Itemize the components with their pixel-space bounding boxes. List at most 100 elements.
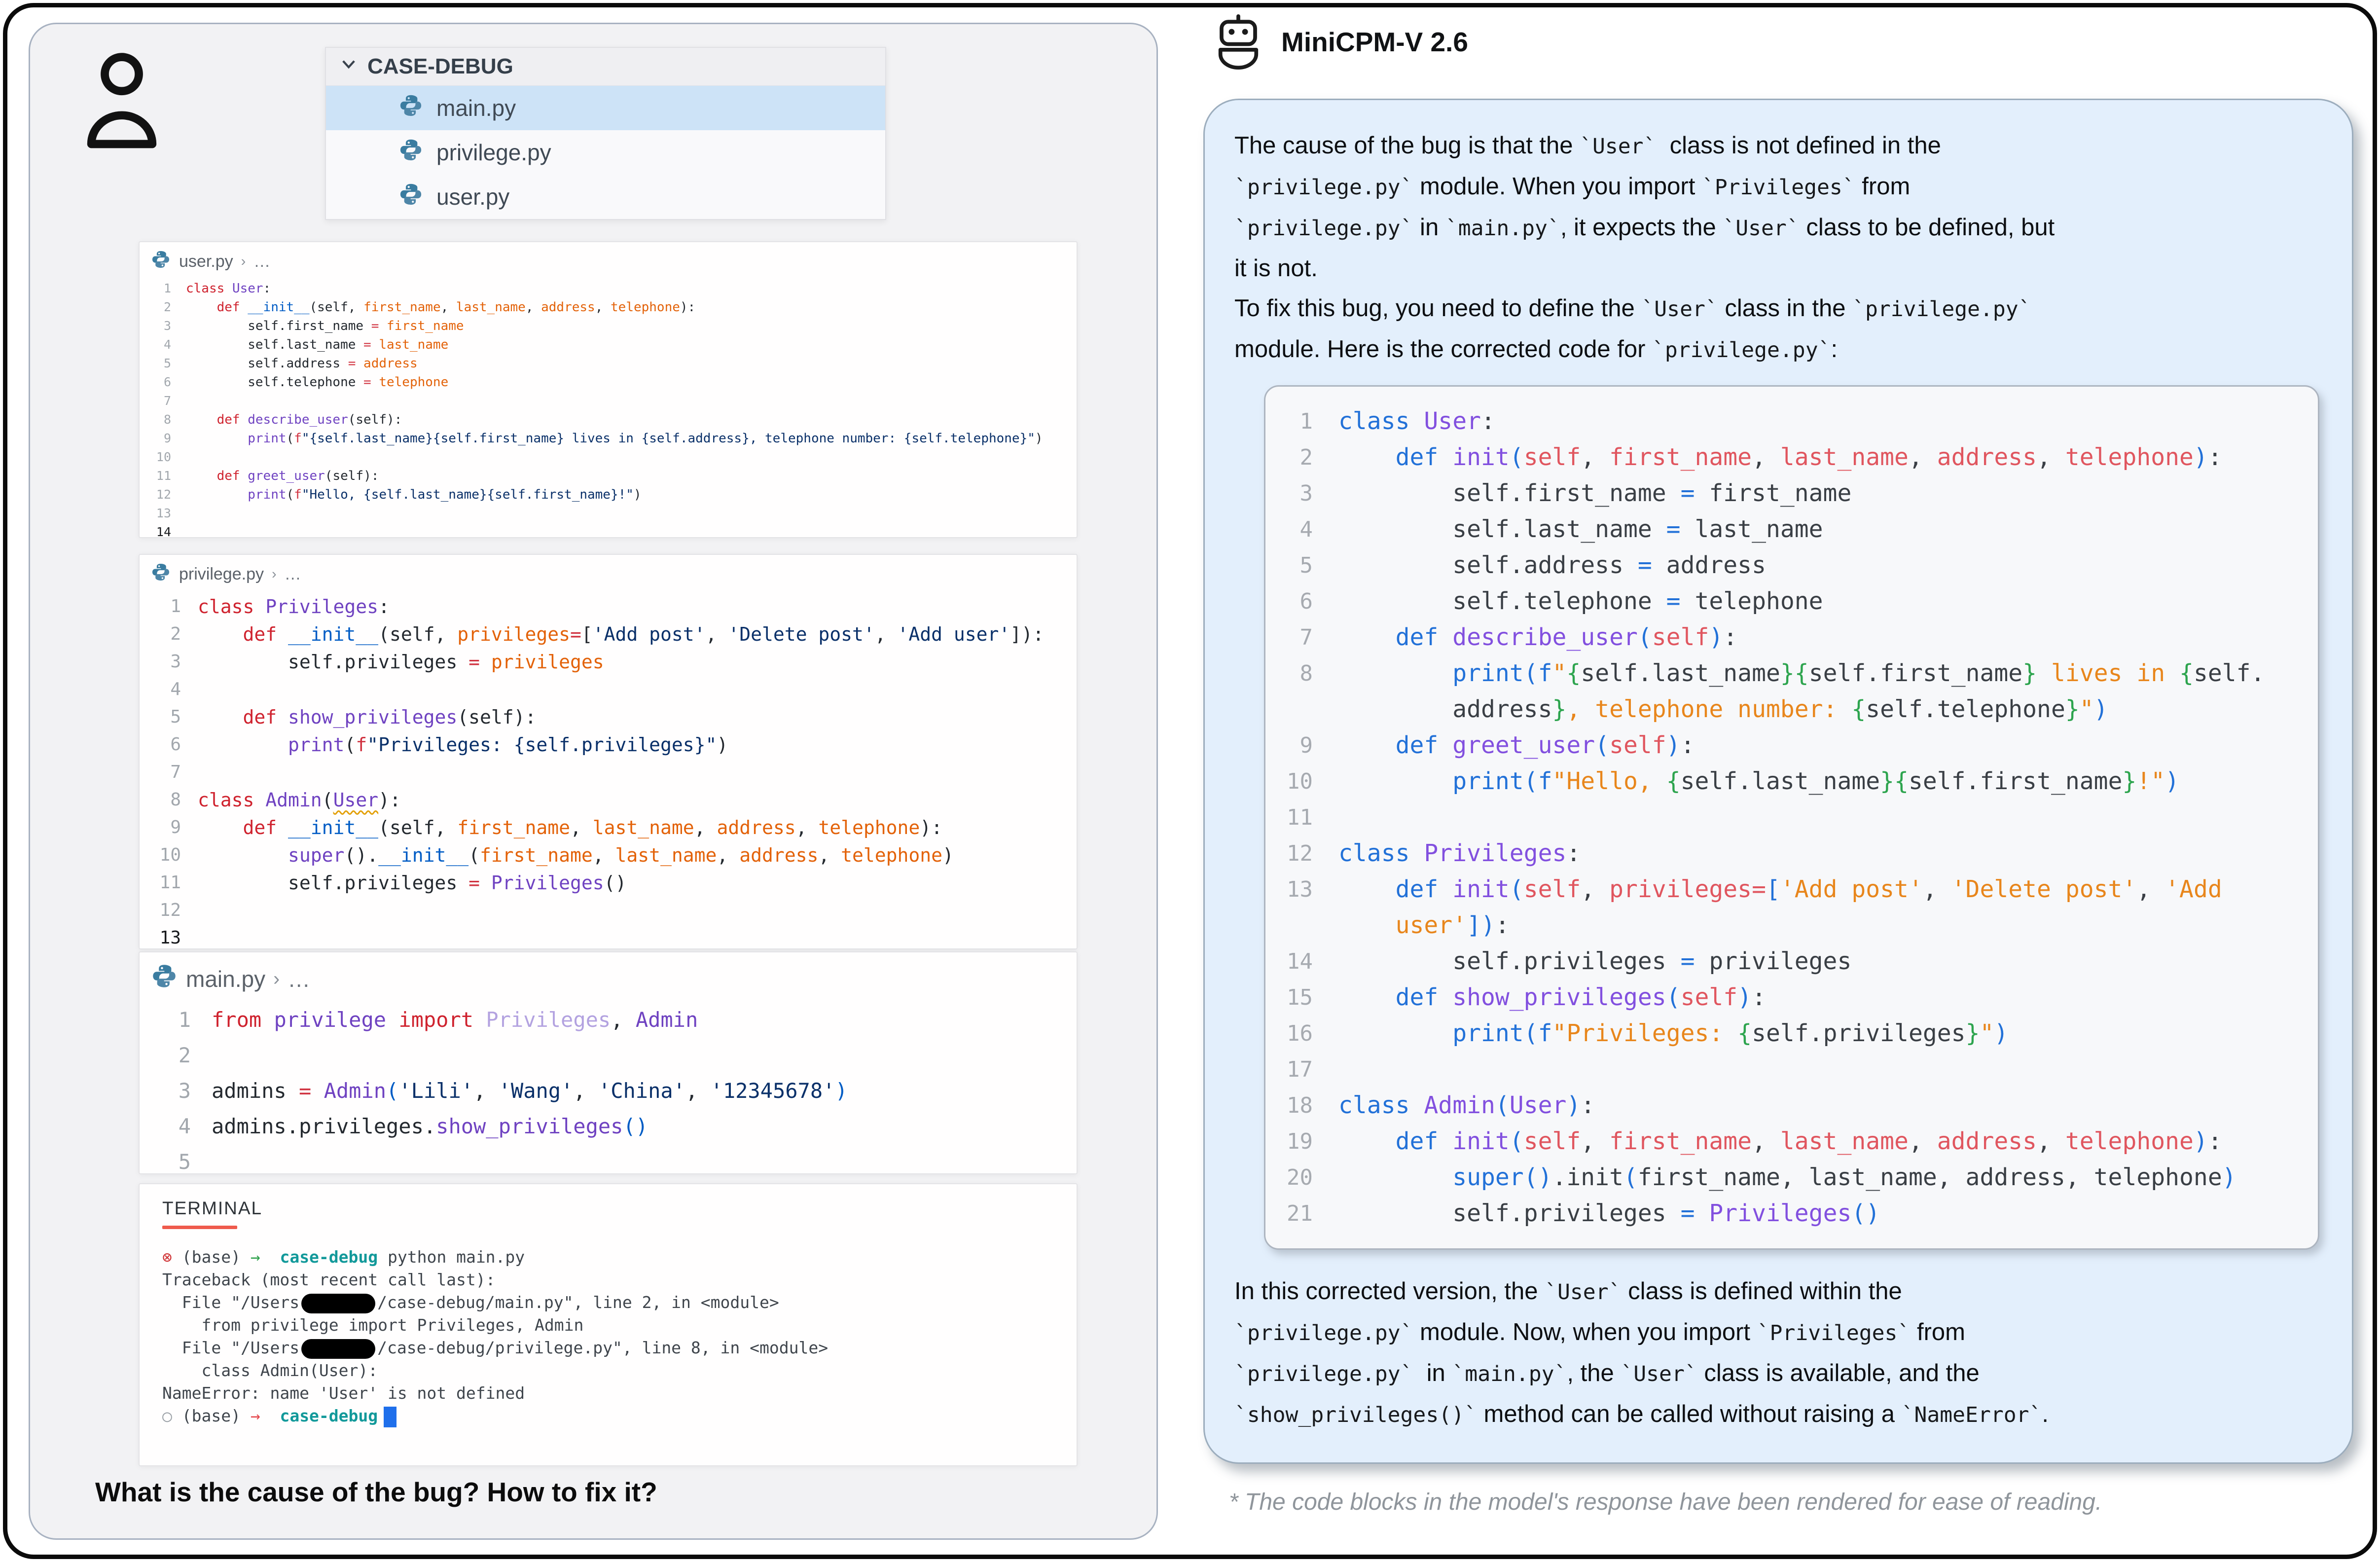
breadcrumb: privilege.py › … — [140, 555, 1077, 589]
code-line: 19 def init(self, first_name, last_name,… — [1265, 1124, 2304, 1160]
model-header: MiniCPM-V 2.6 — [1209, 13, 1468, 71]
code-line: 3 self.first_name = first_name — [140, 317, 1077, 335]
breadcrumb: main.py › … — [140, 952, 1077, 997]
line-number: 19 — [1265, 1124, 1338, 1160]
code-line: `privilege.py` in `main.py`, it expects … — [1234, 208, 2322, 249]
code-line: 9 def __init__(self, first_name, last_na… — [140, 814, 1077, 841]
code-line: 1class User: — [140, 279, 1077, 298]
code-line: 11 self.privileges = Privileges() — [140, 869, 1077, 897]
file-item-user.py[interactable]: user.py — [326, 175, 885, 219]
breadcrumb-chevron: › — [273, 968, 280, 990]
breadcrumb-chevron: › — [241, 254, 246, 270]
code-line: 5 def show_privileges(self): — [140, 703, 1077, 731]
line-number: 4 — [140, 335, 186, 354]
code-line: 8 def describe_user(self): — [140, 410, 1077, 429]
model-name: MiniCPM-V 2.6 — [1281, 26, 1468, 58]
question-text: What is the cause of the bug? How to fix… — [95, 1476, 657, 1508]
line-number — [1265, 908, 1338, 944]
code-line: `show_privileges()` method can be called… — [1234, 1394, 2322, 1435]
breadcrumb-file: privilege.py — [179, 565, 264, 584]
line-number: 1 — [1265, 403, 1338, 439]
line-number: 21 — [1265, 1196, 1338, 1232]
code-line: NameError: name 'User' is not defined — [162, 1382, 1077, 1405]
code-main-py: 1from privilege import Privileges, Admin… — [140, 1002, 1077, 1174]
rendered-code-block: 1class User:2 def init(self, first_name,… — [1264, 385, 2319, 1250]
line-number: 8 — [140, 786, 198, 814]
line-number: 12 — [140, 897, 198, 924]
code-line: 12class Privileges: — [1265, 835, 2304, 872]
folder-header[interactable]: CASE-DEBUG — [326, 48, 885, 86]
line-number: 2 — [140, 298, 186, 317]
code-line: 6 self.telephone = telephone — [1265, 583, 2304, 619]
code-line: 4 — [140, 676, 1077, 703]
python-icon — [150, 962, 178, 995]
code-line: `privilege.py` in `main.py`, the `User` … — [1234, 1353, 2322, 1394]
line-number: 1 — [140, 1002, 212, 1038]
code-line: 10 — [140, 448, 1077, 467]
python-icon — [398, 182, 424, 213]
breadcrumb-ellipsis: … — [285, 565, 301, 584]
code-line: 3 self.privileges = privileges — [140, 648, 1077, 676]
code-line: 8class Admin(User): — [140, 786, 1077, 814]
terminal-panel: TERMINAL ⊗ (base) → case-debug python ma… — [139, 1183, 1078, 1466]
code-line: 17 — [1265, 1052, 2304, 1088]
line-number: 7 — [140, 759, 198, 786]
code-line: The cause of the bug is that the `User` … — [1234, 126, 2322, 167]
line-number: 11 — [140, 467, 186, 485]
code-line: To fix this bug, you need to define the … — [1234, 289, 2322, 329]
code-line: 15 def show_privileges(self): — [1265, 980, 2304, 1016]
code-line: 5 — [140, 1144, 1077, 1174]
code-line: 14 — [140, 523, 1077, 538]
file-item-main.py[interactable]: main.py — [326, 86, 885, 130]
code-line: 1class User: — [1265, 403, 2304, 439]
line-number: 12 — [1265, 835, 1338, 872]
line-number: 12 — [140, 485, 186, 504]
line-number: 6 — [140, 373, 186, 392]
code-line: `privilege.py` module. Now, when you imp… — [1234, 1312, 2322, 1353]
code-line: 6 print(f"Privileges: {self.privileges}"… — [140, 731, 1077, 759]
code-line: 1from privilege import Privileges, Admin — [140, 1002, 1077, 1038]
redaction-box — [301, 1339, 375, 1359]
line-number: 3 — [140, 1073, 212, 1109]
code-line: 4 self.last_name = last_name — [140, 335, 1077, 354]
terminal-output: ⊗ (base) → case-debug python main.pyTrac… — [162, 1246, 1077, 1427]
response-paragraph-1: The cause of the bug is that the `User` … — [1234, 126, 2322, 370]
code-line: 7 def describe_user(self): — [1265, 619, 2304, 655]
line-number: 4 — [140, 1109, 212, 1144]
line-number: 20 — [1265, 1160, 1338, 1196]
code-line: 3 self.first_name = first_name — [1265, 475, 2304, 511]
chevron-down-icon[interactable] — [339, 54, 359, 79]
code-line: it is not. — [1234, 249, 2322, 289]
line-number: 18 — [1265, 1088, 1338, 1124]
line-number: 3 — [1265, 475, 1338, 511]
file-list: main.py privilege.pyuser.py — [326, 86, 885, 219]
line-number — [1265, 691, 1338, 727]
code-line: module. Here is the corrected code for `… — [1234, 329, 2322, 370]
breadcrumb-ellipsis: … — [288, 966, 310, 992]
code-line: 6 self.telephone = telephone — [140, 373, 1077, 392]
line-number: 14 — [1265, 944, 1338, 980]
code-line: 5 self.address = address — [1265, 547, 2304, 583]
file-name: main.py — [436, 95, 516, 121]
line-number: 1 — [140, 279, 186, 298]
breadcrumb-file: main.py — [186, 966, 265, 992]
vscode-panel: CASE-DEBUG main.py privilege.pyuser.py us… — [29, 23, 1158, 1540]
line-number: 13 — [140, 504, 186, 523]
line-number: 6 — [1265, 583, 1338, 619]
file-item-privilege.py[interactable]: privilege.py — [326, 130, 885, 175]
terminal-cursor — [384, 1407, 397, 1427]
code-line: 4admins.privileges.show_privileges() — [140, 1109, 1077, 1144]
line-number: 2 — [140, 1038, 212, 1073]
code-line: user']): — [1265, 908, 2304, 944]
code-line: 9 def greet_user(self): — [1265, 727, 2304, 763]
code-line: 1class Privileges: — [140, 593, 1077, 620]
terminal-tab-underline — [162, 1226, 237, 1229]
code-line: from privilege import Privileges, Admin — [162, 1314, 1077, 1337]
code-line: 9 print(f"{self.last_name}{self.first_na… — [140, 429, 1077, 448]
code-line: 12 print(f"Hello, {self.last_name}{self.… — [140, 485, 1077, 504]
line-number: 7 — [1265, 619, 1338, 655]
code-line: 2 def init(self, first_name, last_name, … — [1265, 439, 2304, 475]
terminal-tab-label[interactable]: TERMINAL — [162, 1198, 1077, 1219]
line-number: 10 — [1265, 763, 1338, 799]
code-line: 13 — [140, 924, 1077, 949]
